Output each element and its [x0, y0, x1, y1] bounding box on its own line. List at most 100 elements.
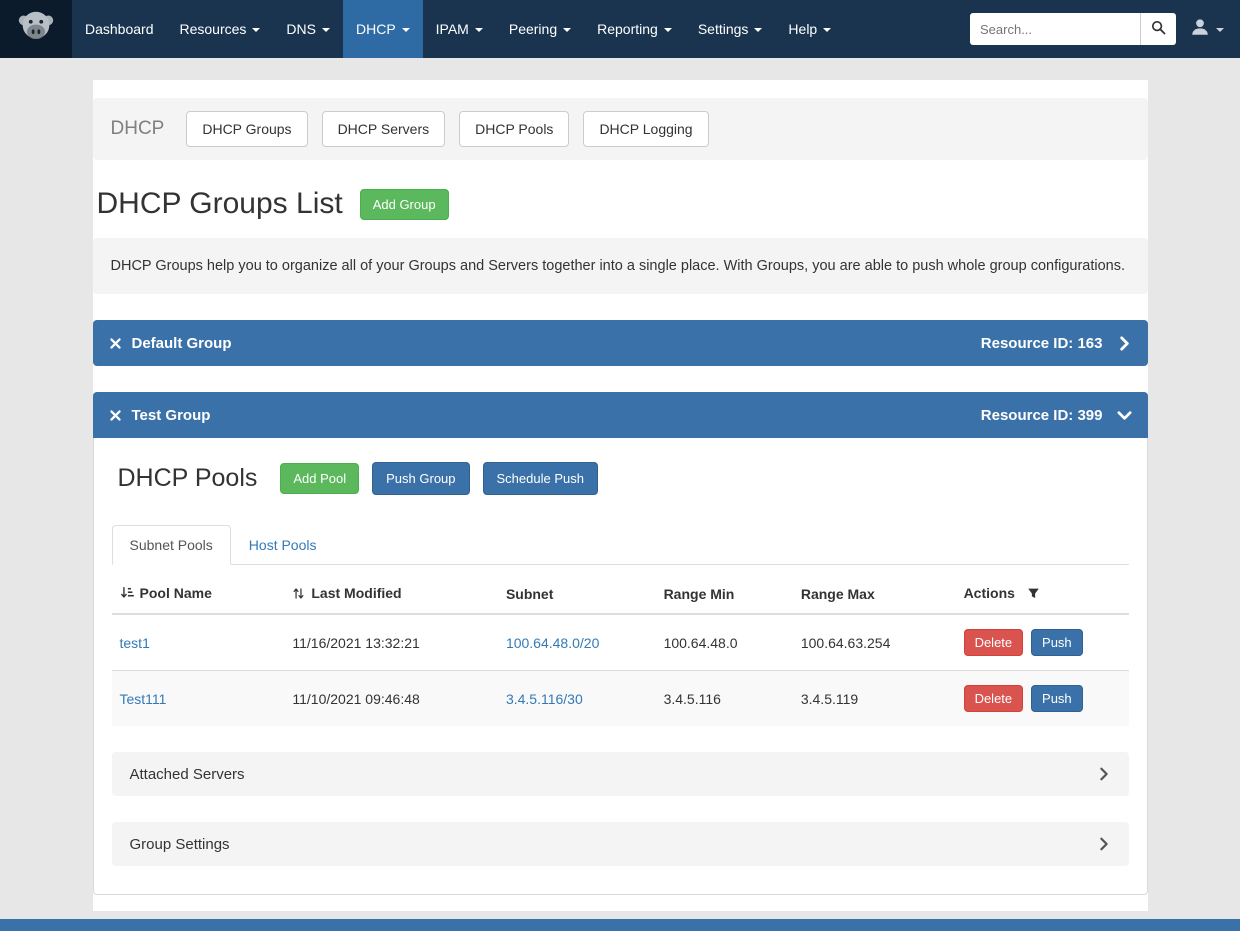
nav-item-dhcp[interactable]: DHCP [343, 0, 423, 58]
range-min-value: 3.4.5.116 [664, 691, 721, 707]
subnav-title: DHCP [111, 118, 165, 140]
resource-id-label: Resource ID: 399 [981, 407, 1103, 424]
dhcp-servers-button[interactable]: DHCP Servers [322, 111, 446, 147]
chevron-right-icon [1097, 837, 1111, 851]
push-button[interactable]: Push [1031, 629, 1083, 656]
nav-label: DNS [286, 21, 316, 37]
chevron-right-icon[interactable] [1117, 336, 1132, 351]
x-remove-icon[interactable] [109, 409, 122, 422]
push-button[interactable]: Push [1031, 685, 1083, 712]
table-header-row: Pool Name Last Modified Subnet Range Min… [112, 575, 1129, 614]
header-label: Range Max [801, 586, 875, 602]
page-title-row: DHCP Groups List Add Group [93, 187, 1148, 221]
footer-bar [0, 919, 1240, 931]
caret-down-icon [664, 28, 672, 32]
header-range-min: Range Min [656, 575, 793, 614]
nav-item-settings[interactable]: Settings [685, 0, 776, 58]
pool-name-link[interactable]: test1 [120, 635, 150, 651]
nav-item-reporting[interactable]: Reporting [584, 0, 685, 58]
caret-down-icon [1216, 28, 1224, 32]
subnet-link[interactable]: 3.4.5.116/30 [506, 691, 583, 707]
group-settings-section[interactable]: Group Settings [112, 822, 1129, 866]
nav-item-dns[interactable]: DNS [273, 0, 343, 58]
nav-label: DHCP [356, 21, 396, 37]
group-header-default[interactable]: Default Group Resource ID: 163 [93, 320, 1148, 366]
description-panel: DHCP Groups help you to organize all of … [93, 238, 1148, 294]
group-test: Test Group Resource ID: 399 DHCP Pools A… [93, 392, 1148, 895]
caret-down-icon [475, 28, 483, 32]
caret-down-icon [563, 28, 571, 32]
attached-servers-section[interactable]: Attached Servers [112, 752, 1129, 796]
dhcp-groups-button[interactable]: DHCP Groups [186, 111, 307, 147]
range-max-value: 3.4.5.119 [801, 691, 858, 707]
header-actions: Actions [956, 575, 1129, 614]
header-subnet: Subnet [498, 575, 656, 614]
tab-host-pools[interactable]: Host Pools [231, 525, 335, 565]
nav-label: Settings [698, 21, 749, 37]
group-body: DHCP Pools Add Pool Push Group Schedule … [93, 438, 1148, 895]
description-text: DHCP Groups help you to organize all of … [111, 258, 1126, 274]
caret-down-icon [322, 28, 330, 32]
top-navbar: Dashboard Resources DNS DHCP IPAM Peerin… [0, 0, 1240, 58]
nav-item-resources[interactable]: Resources [167, 0, 274, 58]
subnet-pools-table: Pool Name Last Modified Subnet Range Min… [112, 575, 1129, 726]
add-pool-button[interactable]: Add Pool [280, 463, 359, 494]
nav-item-peering[interactable]: Peering [496, 0, 584, 58]
page-title: DHCP Groups List [97, 187, 343, 221]
last-modified-value: 11/10/2021 09:46:48 [292, 691, 419, 707]
nav-label: Peering [509, 21, 557, 37]
nav-label: Help [788, 21, 817, 37]
section-label: Group Settings [130, 836, 230, 853]
caret-down-icon [823, 28, 831, 32]
dhcp-subnav: DHCP DHCP Groups DHCP Servers DHCP Pools… [93, 98, 1148, 160]
main-content: DHCP DHCP Groups DHCP Servers DHCP Pools… [93, 80, 1148, 911]
sort-icon[interactable] [292, 587, 305, 603]
range-min-value: 100.64.48.0 [664, 635, 738, 651]
header-range-max: Range Max [793, 575, 956, 614]
schedule-push-button[interactable]: Schedule Push [483, 462, 598, 495]
pools-tabs: Subnet Pools Host Pools [112, 525, 1129, 565]
tab-subnet-pools[interactable]: Subnet Pools [112, 525, 231, 565]
search-input[interactable] [970, 13, 1140, 45]
gorilla-logo-icon [15, 6, 57, 53]
table-row: Test111 11/10/2021 09:46:48 3.4.5.116/30… [112, 671, 1129, 727]
last-modified-value: 11/16/2021 13:32:21 [292, 635, 419, 651]
user-menu[interactable] [1190, 17, 1224, 42]
nav-item-dashboard[interactable]: Dashboard [72, 0, 167, 58]
group-header-test[interactable]: Test Group Resource ID: 399 [93, 392, 1148, 438]
section-label: Attached Servers [130, 766, 245, 783]
search-box [970, 13, 1176, 45]
push-group-button[interactable]: Push Group [372, 462, 469, 495]
sort-amount-asc-icon[interactable] [120, 586, 134, 603]
caret-down-icon [754, 28, 762, 32]
pool-name-link[interactable]: Test111 [120, 691, 167, 707]
nav-label: Reporting [597, 21, 658, 37]
range-max-value: 100.64.63.254 [801, 635, 891, 651]
add-group-button[interactable]: Add Group [360, 189, 449, 220]
table-row: test1 11/16/2021 13:32:21 100.64.48.0/20… [112, 614, 1129, 671]
header-last-modified[interactable]: Last Modified [284, 575, 498, 614]
nav-menu: Dashboard Resources DNS DHCP IPAM Peerin… [72, 0, 844, 58]
nav-item-ipam[interactable]: IPAM [423, 0, 496, 58]
dhcp-pools-button[interactable]: DHCP Pools [459, 111, 569, 147]
delete-button[interactable]: Delete [964, 629, 1024, 656]
filter-funnel-icon[interactable] [1027, 587, 1040, 603]
search-button[interactable] [1140, 13, 1176, 45]
header-label: Subnet [506, 586, 553, 602]
header-pool-name[interactable]: Pool Name [112, 575, 285, 614]
chevron-right-icon [1097, 767, 1111, 781]
dhcp-logging-button[interactable]: DHCP Logging [583, 111, 708, 147]
app-logo[interactable] [0, 0, 72, 58]
subnet-link[interactable]: 100.64.48.0/20 [506, 635, 599, 651]
group-name: Default Group [132, 335, 232, 352]
x-remove-icon[interactable] [109, 337, 122, 350]
nav-item-help[interactable]: Help [775, 0, 844, 58]
navbar-right [970, 0, 1240, 58]
delete-button[interactable]: Delete [964, 685, 1024, 712]
header-label: Pool Name [140, 585, 212, 601]
search-icon [1151, 20, 1166, 38]
header-label: Last Modified [311, 585, 401, 601]
chevron-down-icon[interactable] [1117, 408, 1132, 423]
header-label: Actions [964, 585, 1015, 601]
group-default: Default Group Resource ID: 163 [93, 320, 1148, 366]
